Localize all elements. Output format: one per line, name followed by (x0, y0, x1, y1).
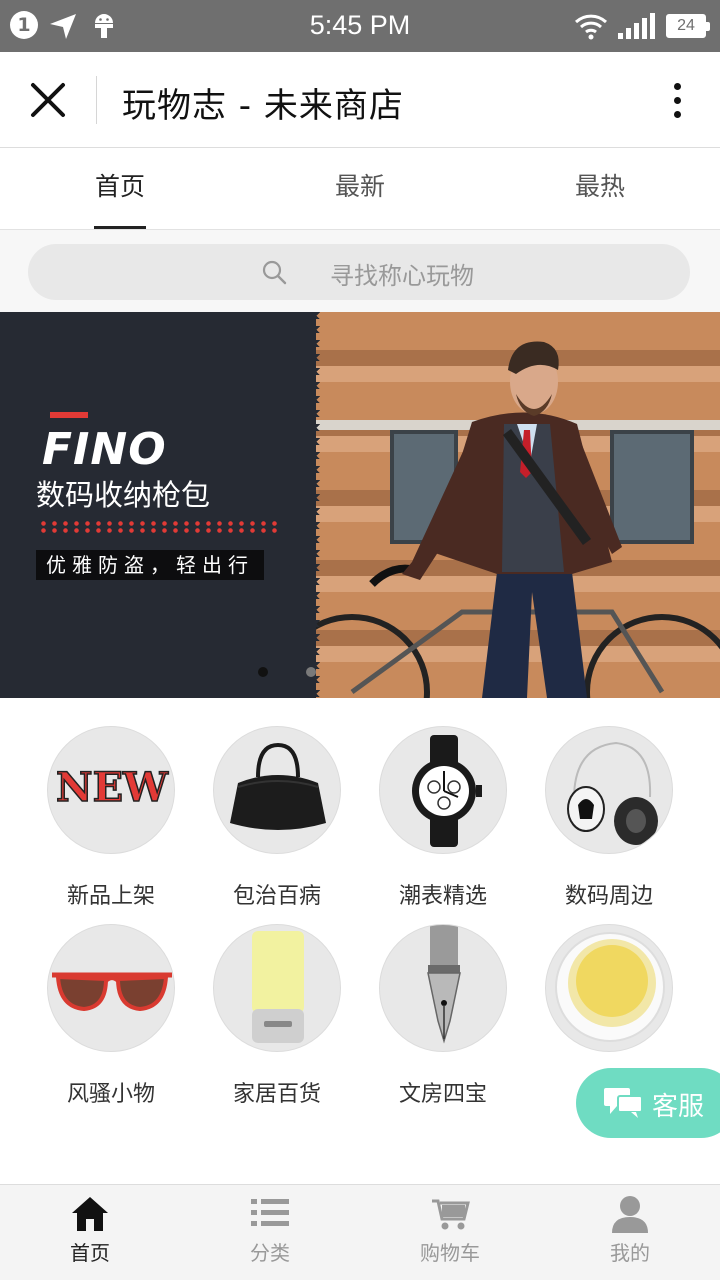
category-label: 数码周边 (564, 884, 653, 909)
category-watches[interactable]: 潮表精选 (360, 726, 526, 910)
category-label: 包治百病 (232, 884, 321, 909)
svg-text:NEW: NEW (56, 764, 169, 811)
sunglasses-icon (47, 924, 175, 1052)
customer-service-label: 客服 (652, 1092, 705, 1122)
search-area: 寻找称心玩物 (0, 230, 720, 312)
handbag-icon (213, 726, 341, 854)
category-label: 文房四宝 (398, 1082, 487, 1107)
banner-brand: FINO (42, 424, 167, 475)
banner-photo (312, 312, 720, 698)
watch-icon (379, 726, 507, 854)
search-input[interactable]: 寻找称心玩物 (28, 244, 690, 300)
page-title: 玩物志 - 未来商店 (122, 86, 404, 126)
title-bar: 玩物志 - 未来商店 (0, 52, 720, 148)
lamp-icon (213, 924, 341, 1052)
category-stationery[interactable]: 文房四宝 (360, 924, 526, 1108)
nav-category[interactable]: 分类 (180, 1185, 360, 1280)
chat-icon (604, 1088, 643, 1118)
category-label: 潮表精选 (398, 884, 487, 909)
customer-service-button[interactable]: 客服 (576, 1068, 720, 1138)
search-icon (262, 260, 287, 285)
category-label: 家居百货 (232, 1082, 321, 1107)
nav-label: 分类 (250, 1241, 290, 1265)
category-label: 风骚小物 (66, 1082, 155, 1107)
fountain-pen-icon (379, 924, 507, 1052)
category-bags[interactable]: 包治百病 (194, 726, 360, 910)
category-gadgets[interactable]: 风骚小物 (28, 924, 194, 1108)
banner-red-accent (50, 412, 88, 418)
tea-cup-icon (545, 924, 673, 1052)
nav-me[interactable]: 我的 (540, 1185, 720, 1280)
banner-subtitle: 数码收纳枪包 (36, 478, 211, 512)
category-label: 新品上架 (66, 884, 155, 909)
banner-dotted-line (38, 520, 280, 534)
wifi-icon (574, 14, 608, 40)
bottom-nav: 首页 分类 购物车 我的 (0, 1184, 720, 1280)
user-icon (612, 1196, 648, 1233)
headphones-icon (545, 726, 673, 854)
clock: 5:45 PM (309, 10, 411, 40)
tab-home[interactable]: 首页 (0, 150, 240, 229)
nav-cart[interactable]: 购物车 (360, 1185, 540, 1280)
home-icon (72, 1197, 108, 1231)
title-divider (96, 76, 97, 124)
tab-hottest[interactable]: 最热 (480, 150, 720, 229)
cart-icon (432, 1199, 470, 1230)
new-badge-icon: NEW (47, 726, 175, 854)
nav-label: 首页 (70, 1241, 110, 1265)
nav-home[interactable]: 首页 (0, 1185, 180, 1280)
carousel-dot-1[interactable] (258, 667, 268, 677)
category-digital[interactable]: 数码周边 (526, 726, 692, 910)
more-menu-icon[interactable] (662, 78, 692, 122)
promo-banner[interactable]: FINO 数码收纳枪包 优雅防盗，轻出行 (0, 312, 720, 698)
battery-icon: 24 (666, 14, 710, 38)
signal-icon (618, 13, 655, 39)
banner-zigzag-edge (306, 312, 320, 698)
tab-bar: 首页 最新 最热 (0, 150, 720, 230)
nav-label: 我的 (610, 1241, 650, 1265)
banner-slogan: 优雅防盗，轻出行 (36, 550, 264, 580)
close-icon[interactable] (18, 70, 78, 130)
carousel-dot-2[interactable] (306, 667, 316, 677)
category-home[interactable]: 家居百货 (194, 924, 360, 1108)
status-bar: 1 5:45 PM 24 (0, 0, 720, 52)
tab-latest[interactable]: 最新 (240, 150, 480, 229)
nav-label: 购物车 (420, 1241, 480, 1265)
list-icon (251, 1199, 289, 1226)
search-placeholder: 寻找称心玩物 (330, 262, 474, 290)
category-new-arrivals[interactable]: NEW 新品上架 (28, 726, 194, 910)
